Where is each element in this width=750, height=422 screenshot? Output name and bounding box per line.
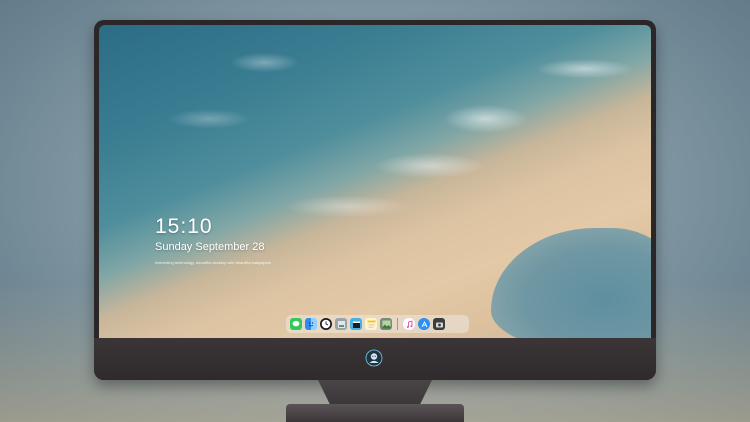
lockscreen-caption: Interesting technology, beautiful deskto… <box>155 260 271 265</box>
dock <box>286 315 469 333</box>
notes-icon[interactable] <box>365 318 377 330</box>
app-store-icon[interactable] <box>418 318 430 330</box>
camera-icon[interactable] <box>433 318 445 330</box>
monitor: 15:10 Sunday September 28 Interesting te… <box>94 20 656 380</box>
messages-icon[interactable] <box>290 318 302 330</box>
desktop-screen[interactable]: 15:10 Sunday September 28 Interesting te… <box>99 25 651 338</box>
monitor-chin <box>94 338 656 380</box>
preview-icon[interactable] <box>335 318 347 330</box>
lockscreen-time: 15:10 <box>155 215 213 238</box>
clock-icon[interactable] <box>320 318 332 330</box>
brand-logo-icon <box>365 349 383 367</box>
itunes-icon[interactable] <box>403 318 415 330</box>
photos-icon[interactable] <box>380 318 392 330</box>
monitor-stand-base <box>286 404 464 422</box>
dock-separator <box>397 318 398 330</box>
finder-icon[interactable] <box>305 318 317 330</box>
clapper-icon[interactable] <box>350 318 362 330</box>
lockscreen-date: Sunday September 28 <box>155 241 265 253</box>
